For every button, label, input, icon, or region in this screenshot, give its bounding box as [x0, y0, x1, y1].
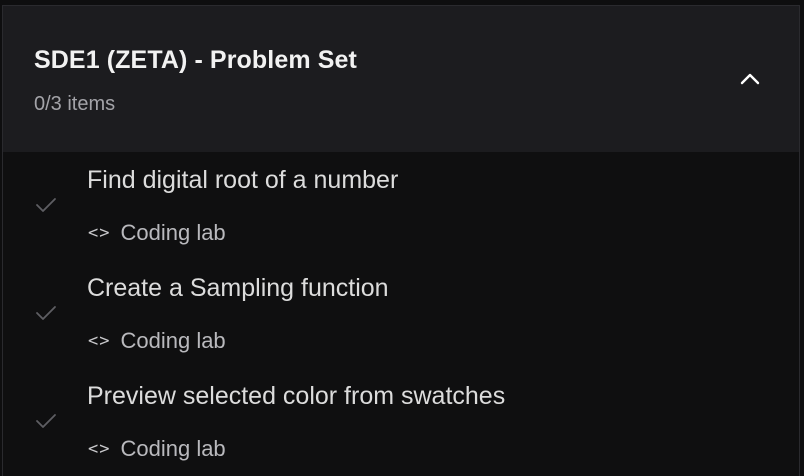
- item-title: Create a Sampling function: [87, 274, 389, 302]
- code-icon: <>: [88, 223, 111, 243]
- check-icon: [35, 304, 57, 322]
- item-list: Find digital root of a number <> Coding …: [3, 152, 799, 476]
- items-count: 0/3 items: [34, 93, 116, 115]
- check-icon: [35, 412, 57, 430]
- problem-set-panel: SDE1 (ZETA) - Problem Set 0/3 items Find…: [2, 5, 800, 476]
- list-item[interactable]: Create a Sampling function <> Coding lab: [3, 260, 799, 368]
- check-icon: [35, 196, 57, 214]
- item-type: Coding lab: [120, 220, 226, 245]
- list-item[interactable]: Preview selected color from swatches <> …: [3, 368, 799, 476]
- item-meta: <> Coding lab: [88, 328, 226, 354]
- item-meta: <> Coding lab: [88, 220, 226, 246]
- item-meta: <> Coding lab: [88, 436, 226, 462]
- code-icon: <>: [88, 439, 111, 459]
- section-header[interactable]: SDE1 (ZETA) - Problem Set 0/3 items: [3, 6, 799, 152]
- item-title: Find digital root of a number: [87, 166, 399, 194]
- item-title: Preview selected color from swatches: [87, 382, 506, 410]
- code-icon: <>: [88, 331, 111, 351]
- item-type: Coding lab: [120, 436, 226, 461]
- list-item[interactable]: Find digital root of a number <> Coding …: [3, 152, 799, 260]
- section-title: SDE1 (ZETA) - Problem Set: [34, 46, 357, 74]
- chevron-up-icon[interactable]: [737, 66, 763, 92]
- item-type: Coding lab: [120, 328, 226, 353]
